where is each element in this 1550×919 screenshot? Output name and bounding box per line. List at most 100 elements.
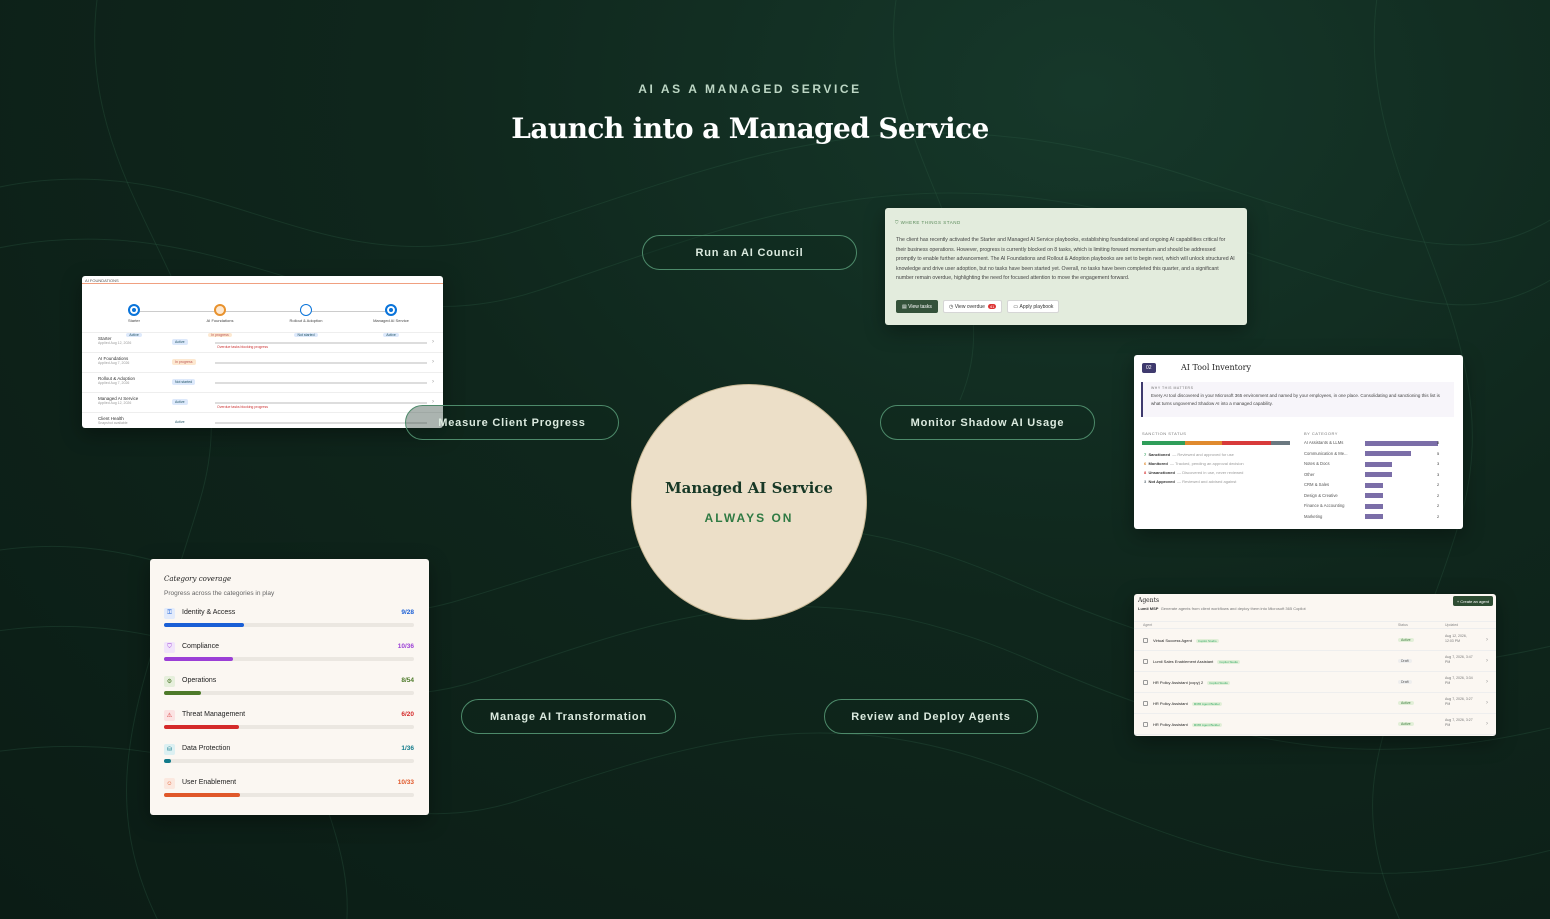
lock-icon: ⚿ (164, 608, 175, 619)
coverage-fill (164, 759, 171, 763)
agent-row[interactable]: HR Policy Assistant M365 Agent Builder Act… (1134, 693, 1496, 714)
chevron-right-icon: › (1486, 658, 1488, 664)
category-bar (1365, 461, 1393, 467)
hub-title: Managed AI Service (665, 479, 833, 497)
step-dot (214, 304, 226, 316)
agents-table-header: Agent Status Updated (1134, 621, 1496, 629)
category-bar (1365, 514, 1384, 519)
progress-card-header: AI FOUNDATIONS (82, 276, 443, 284)
view-overdue-button[interactable]: ◷ View overdue 41 (942, 300, 1003, 313)
sanction-legend-item: 7 Sanctioned — Reviewed and approved for… (1144, 452, 1234, 457)
manage-ai-transformation-pill[interactable]: Manage AI Transformation (461, 699, 676, 734)
agent-status-badge: Active (1398, 638, 1414, 642)
coverage-title: Category coverage (164, 575, 232, 583)
step-dot (385, 304, 397, 316)
sanction-status-bar (1142, 441, 1290, 445)
coverage-value: 6/20 (401, 711, 414, 718)
category-count: 3 (1437, 471, 1440, 477)
coverage-fill (164, 657, 234, 661)
category-count: 2 (1437, 503, 1440, 508)
sanction-segment (1142, 441, 1186, 445)
table-row[interactable]: Rollout & Adoption Applied Aug 7, 2026 N… (82, 372, 443, 392)
coverage-row: ⚠ Threat Management 6/20 (164, 710, 414, 740)
table-row[interactable]: Starter Applied Aug 12, 2026 Active Over… (82, 332, 443, 352)
category-name: Other (1304, 471, 1315, 477)
chevron-right-icon: › (1486, 679, 1488, 685)
chevron-right-icon: › (432, 379, 434, 385)
monitor-shadow-ai-pill[interactable]: Monitor Shadow AI Usage (880, 405, 1095, 440)
agent-status-badge: Draft (1398, 659, 1412, 663)
category-count: 8 (1437, 440, 1440, 445)
coverage-category-name: Data Protection (182, 745, 231, 752)
chevron-right-icon: › (1486, 721, 1488, 727)
agent-icon (1143, 680, 1148, 685)
coverage-fill (164, 793, 240, 797)
sanction-segment (1271, 441, 1290, 445)
category-name: AI Assistants & LLMs (1304, 440, 1344, 445)
category-name: CRM & Sales (1304, 482, 1330, 487)
apply-playbook-button[interactable]: ▭ Apply playbook (1007, 300, 1060, 313)
coverage-category-name: Compliance (182, 643, 219, 650)
agent-row[interactable]: HR Policy Assistant (copy) 2 Copilot Stud… (1134, 672, 1496, 693)
chevron-right-icon: › (432, 339, 434, 345)
overdue-count-badge: 41 (987, 304, 997, 309)
coverage-fill (164, 623, 245, 627)
agent-row[interactable]: HR Policy Assistant M365 Agent Builder Act… (1134, 714, 1496, 735)
table-row[interactable]: AI Foundations Applied Aug 7, 2026 In pr… (82, 352, 443, 372)
category-bar (1365, 451, 1411, 456)
category-coverage-card: Category coverage Progress across the ca… (150, 559, 429, 815)
coverage-category-name: Identity & Access (182, 609, 236, 616)
where-things-stand-card: ⛉ WHERE THINGS STAND The client has rece… (885, 208, 1247, 325)
agents-subtitle: Lumii MSP Generate agents from client wo… (1138, 606, 1306, 611)
chevron-right-icon: › (1486, 637, 1488, 643)
coverage-category-name: User Enablement (182, 779, 237, 786)
coverage-row: ☺ User Enablement 10/33 (164, 778, 414, 808)
agent-icon (1143, 638, 1148, 643)
section-eyebrow: AI AS A MANAGED SERVICE (638, 82, 862, 96)
agent-row[interactable]: Lumii Sales Enablement Assistant Copilot … (1134, 651, 1496, 672)
step-dot (128, 304, 140, 316)
coverage-category-name: Threat Management (182, 711, 246, 718)
sanction-legend-item: 3 Not Approved — Reviewed and advised ag… (1144, 479, 1237, 484)
coverage-fill (164, 691, 202, 695)
coverage-track (164, 759, 414, 763)
warning-icon: ⚠ (164, 710, 175, 721)
review-deploy-agents-pill[interactable]: Review and Deploy Agents (824, 699, 1038, 734)
view-tasks-button[interactable]: ▤ View tasks (896, 300, 938, 313)
shield-icon: ⛉ (164, 642, 175, 653)
coverage-track (164, 691, 414, 695)
agent-updated-date: Aug 7, 2026, 3:27 PM (1445, 697, 1473, 706)
database-icon: ⛁ (164, 744, 175, 755)
category-name: Design & Creative (1304, 492, 1338, 498)
section-number-badge: 02 (1142, 363, 1156, 373)
run-ai-council-pill[interactable]: Run an AI Council (642, 235, 857, 270)
sanction-segment (1185, 441, 1223, 445)
agent-updated-date: Aug 7, 2026, 3:34 PM (1445, 676, 1473, 685)
agent-name: HR Policy Assistant (1153, 701, 1188, 706)
agent-status-badge: Draft (1398, 680, 1412, 684)
agent-row[interactable]: Virtual Success Agent Copilot Studio Activ… (1134, 630, 1496, 651)
coverage-row: ⚙ Operations 8/54 (164, 676, 414, 706)
coverage-row: ⚿ Identity & Access 9/28 (164, 608, 414, 638)
status-label: ⛉ WHERE THINGS STAND (895, 220, 961, 225)
agents-title: Agents (1138, 597, 1160, 604)
coverage-row: ⛉ Compliance 10/36 (164, 642, 414, 672)
playbook-steps: Starter Active AI Foundations In progres… (82, 284, 443, 337)
category-name: Communication & Me... (1304, 450, 1348, 456)
agent-name: HR Policy Assistant (copy) 2 (1153, 680, 1204, 685)
agent-name: Virtual Success Agent (1153, 638, 1192, 643)
table-row[interactable]: Managed AI Service Applied Aug 12, 2026 … (82, 392, 443, 412)
measure-client-progress-pill[interactable]: Measure Client Progress (405, 405, 619, 440)
agent-platform-tag: M365 Agent Builder (1191, 702, 1222, 706)
create-agent-button[interactable]: + Create an agent (1452, 596, 1493, 606)
agent-icon (1143, 722, 1148, 727)
agents-card: Agents Lumii MSP Generate agents from cl… (1134, 594, 1496, 736)
agent-icon (1143, 659, 1148, 664)
users-icon: ☺ (164, 778, 175, 789)
sanction-legend-item: 6 Monitored — Tracked, pending an approv… (1144, 461, 1244, 466)
table-row[interactable]: Client Health Snapshot available Active (82, 412, 443, 428)
sanction-legend-item: 8 Unsanctioned — Discovered in use, neve… (1144, 470, 1244, 475)
coverage-value: 10/33 (397, 779, 414, 786)
ai-tool-inventory-card: 02 AI Tool Inventory WHY THIS MATTERS Ev… (1134, 355, 1463, 529)
agent-platform-tag: M365 Agent Builder (1191, 723, 1222, 727)
